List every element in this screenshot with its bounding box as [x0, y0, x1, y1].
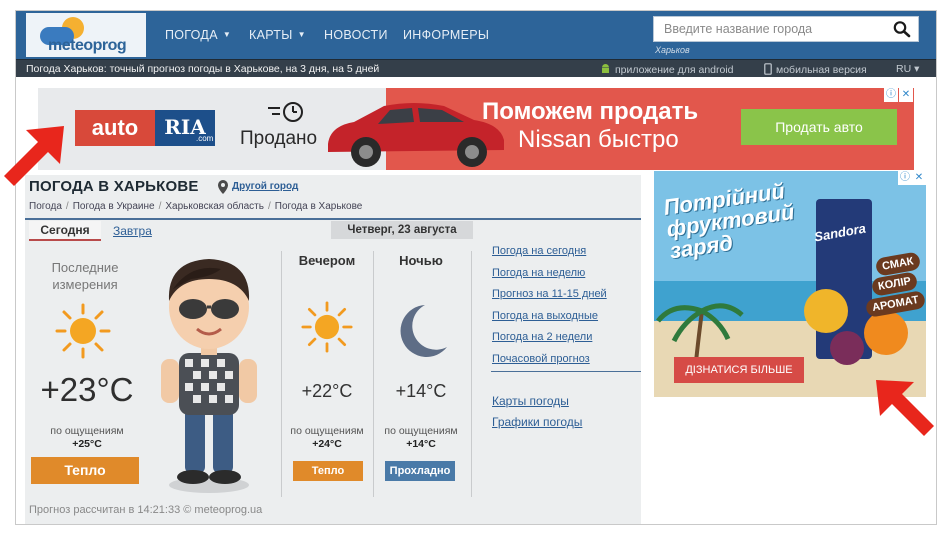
link-weekend[interactable]: Погода на выходные	[492, 310, 598, 322]
logo-text: meteoprog	[48, 37, 127, 54]
browser-page: meteoprog ПОГОДА ▼ КАРТЫ ▼ НОВОСТИ ИНФОРМЕ…	[15, 10, 937, 525]
current-temperature: +23°C	[40, 371, 134, 408]
evening-label: Вечером	[298, 253, 356, 268]
ad-info-icon[interactable]: ⓘ	[884, 88, 898, 102]
breadcrumb: Погода / Погода в Украине / Харьковская обла…	[29, 201, 362, 212]
divider	[25, 218, 641, 220]
ad-side-title: Потрійний фруктовий заряд	[661, 178, 796, 264]
search-box	[653, 16, 919, 42]
column-divider	[281, 251, 282, 497]
search-icon[interactable]	[892, 20, 912, 38]
page-heading: Погода Харьков: точный прогноз погоды в …	[26, 63, 380, 75]
ad-subline: Nissan быстро	[518, 126, 679, 153]
current-label: Последние измерения	[51, 260, 119, 292]
mobile-version-link[interactable]: мобильная версия	[764, 63, 867, 76]
orange-image	[864, 311, 908, 355]
site-logo[interactable]: meteoprog	[26, 13, 146, 57]
tab-tomorrow[interactable]: Завтра	[113, 224, 152, 238]
evening-condition-badge: Тепло	[293, 461, 363, 481]
red-arrow-icon	[4, 126, 64, 186]
current-feels-label: по ощущениям	[50, 425, 124, 437]
link-weather-charts[interactable]: Графики погоды	[492, 415, 582, 429]
site-header: meteoprog ПОГОДА ▼ КАРТЫ ▼ НОВОСТИ ИНФОРМЕ…	[16, 11, 936, 59]
forecast-date: Четверг, 23 августа	[331, 221, 473, 239]
other-city-link[interactable]: Другой город	[232, 181, 298, 192]
search-input[interactable]	[654, 17, 884, 41]
column-divider	[471, 251, 472, 497]
ad-info-icon[interactable]: ⓘ	[898, 171, 912, 185]
current-condition-badge: Тепло	[31, 457, 139, 484]
nav-maps[interactable]: КАРТЫ ▼	[249, 28, 306, 42]
nav-informers[interactable]: ИНФОРМЕРЫ	[403, 28, 489, 42]
night-condition-badge: Прохладно	[385, 461, 455, 481]
mobile-version-label: мобильная версия	[776, 64, 867, 76]
nav-news[interactable]: НОВОСТИ	[324, 28, 388, 42]
caret-down-icon: ▼	[297, 30, 306, 39]
column-divider	[373, 251, 374, 497]
android-icon	[602, 64, 609, 73]
red-arrow-icon	[876, 380, 934, 436]
ad-sold-text: Продано	[240, 128, 318, 149]
evening-temperature: +22°C	[301, 381, 353, 401]
tab-today[interactable]: Сегодня	[29, 221, 101, 241]
passion-fruit-image	[830, 331, 864, 365]
night-feels-label: по ощущениям	[384, 425, 458, 437]
ad-sell-car-button[interactable]: Продать авто	[741, 109, 897, 145]
phone-icon	[764, 63, 772, 75]
breadcrumb-separator: /	[267, 201, 271, 212]
ad-close-icon[interactable]: ✕	[912, 171, 926, 185]
nav-weather[interactable]: ПОГОДА ▼	[165, 28, 231, 42]
breadcrumb-item[interactable]: Погода в Украине	[73, 201, 155, 212]
language-selector[interactable]: RU ▾	[896, 63, 919, 75]
location-pin-icon	[218, 180, 228, 194]
moon-icon	[400, 305, 447, 357]
clock-icon	[268, 102, 303, 122]
breadcrumb-item[interactable]: Погода	[29, 201, 62, 212]
breadcrumb-separator: /	[158, 201, 162, 212]
night-label: Ночью	[399, 253, 443, 268]
evening-feels-value: +24°C	[312, 438, 342, 450]
night-temperature: +14°C	[395, 381, 447, 401]
link-today[interactable]: Погода на сегодня	[492, 245, 586, 257]
breadcrumb-item[interactable]: Харьковская область	[165, 201, 264, 212]
pineapple-image	[804, 289, 848, 333]
link-week[interactable]: Погода на неделю	[492, 267, 585, 279]
forecast-footer: Прогноз рассчитан в 14:21:33 © meteoprog…	[29, 504, 263, 516]
breadcrumb-separator: /	[65, 201, 69, 212]
ad-logo-auto: auto	[75, 110, 155, 146]
link-hourly[interactable]: Почасовой прогноз	[492, 353, 590, 365]
weather-widget: ПОГОДА В ХАРЬКОВЕ Другой город Погода / По…	[25, 175, 641, 524]
sun-icon	[55, 303, 111, 359]
caret-down-icon: ▼	[222, 30, 232, 39]
ad-learn-more-button[interactable]: ДІЗНАТИСЯ БІЛЬШЕ	[674, 357, 804, 383]
ad-bubble-taste: СМАК	[874, 251, 921, 277]
evening-feels-label: по ощущениям	[290, 425, 364, 437]
nav-weather-label: ПОГОДА	[165, 28, 218, 42]
nav-maps-label: КАРТЫ	[249, 28, 293, 42]
android-app-label: приложение для android	[615, 64, 734, 76]
ad-logo-dotcom: .com	[196, 134, 214, 143]
ad-headline: Поможем продать	[482, 98, 699, 125]
ad-close-icon[interactable]: ✕	[899, 88, 913, 102]
weather-avatar-image	[161, 259, 257, 493]
sun-icon	[301, 301, 353, 353]
night-feels-value: +14°C	[406, 438, 436, 450]
link-2-weeks[interactable]: Погода на 2 недели	[492, 331, 592, 343]
divider	[491, 371, 641, 372]
sub-header: Погода Харьков: точный прогноз погоды в …	[16, 59, 936, 77]
android-app-link[interactable]: приложение для android	[600, 63, 734, 76]
breadcrumb-item[interactable]: Погода в Харькове	[275, 201, 363, 212]
banner-ad-autoria[interactable]: auto RIA .com Продано Поможем продать Ni…	[38, 88, 914, 170]
link-weather-maps[interactable]: Карты погоды	[492, 394, 569, 408]
current-feels-value: +25°C	[72, 438, 102, 450]
link-11-15-days[interactable]: Прогноз на 11-15 дней	[492, 288, 607, 300]
side-ad-sandora[interactable]: Потрійний фруктовий заряд Sandora СМАК К…	[654, 171, 926, 397]
search-current-city[interactable]: Харьков	[655, 45, 690, 55]
